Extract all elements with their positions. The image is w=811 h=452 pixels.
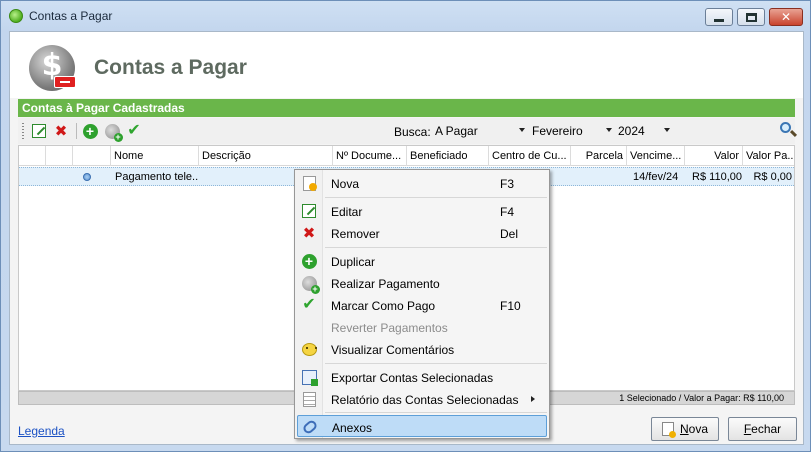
menu-item-exportar[interactable]: Exportar Contas Selecionadas [297, 366, 547, 388]
edit-icon [32, 124, 46, 138]
add-icon: + [82, 123, 98, 139]
add-icon: + [301, 253, 317, 269]
chevron-down-icon [606, 128, 612, 132]
year-filter-select[interactable]: 2024 [618, 123, 670, 140]
delete-button[interactable]: ✖ [52, 122, 70, 140]
search-label: Busca: [394, 125, 431, 139]
money-remove-icon: $ [29, 45, 76, 91]
menu-item-remover[interactable]: ✖ Remover Del [297, 222, 547, 244]
close-icon: ✕ [780, 10, 792, 24]
chevron-down-icon [519, 128, 525, 132]
checkmark-icon: ✔ [302, 296, 316, 313]
column-header-centro-custo[interactable]: Centro de Cu... [489, 146, 571, 166]
menu-item-editar[interactable]: Editar F4 [297, 200, 547, 222]
pay-button[interactable] [103, 122, 123, 142]
menu-item-reverter-pagamentos: Reverter Pagamentos [331, 321, 448, 335]
export-icon [301, 369, 318, 386]
payment-icon [104, 123, 123, 142]
page-header: $ Contas a Pagar [10, 32, 803, 98]
column-header-blank[interactable] [46, 146, 73, 166]
chevron-down-icon [664, 128, 670, 132]
menu-item-visualizar-comentarios[interactable]: Visualizar Comentários [297, 338, 547, 360]
attachment-icon [301, 418, 319, 436]
column-header-selector[interactable] [19, 146, 46, 166]
toolbar-separator [76, 123, 77, 139]
column-header-documento[interactable]: Nº Docume... [333, 146, 407, 166]
submenu-arrow-icon [531, 396, 535, 402]
menu-item-duplicar[interactable]: + Duplicar [297, 250, 547, 272]
month-filter-select[interactable]: Fevereiro [532, 123, 612, 140]
column-header-valor-pago[interactable]: Valor Pa... [743, 146, 794, 166]
new-document-icon [661, 422, 676, 438]
column-header-nome[interactable]: Nome [111, 146, 199, 166]
new-button-label: Nova [679, 422, 709, 436]
menu-item-nova[interactable]: Nova F3 [297, 172, 547, 194]
checkmark-icon: ✔ [127, 122, 141, 139]
status-filter-value: A Pagar [435, 124, 478, 138]
cell-vencimento: 14/fev/24 [633, 171, 679, 183]
menu-item-marcar-pago[interactable]: ✔ Marcar Como Pago F10 [297, 294, 547, 316]
title-bar[interactable]: Contas a Pagar ✕ [1, 1, 810, 31]
close-window-button[interactable]: ✕ [769, 8, 803, 26]
page-title: Contas a Pagar [94, 56, 247, 79]
cell-nome: Pagamento tele... [115, 171, 199, 183]
edit-button[interactable] [30, 122, 48, 140]
column-header-beneficiado[interactable]: Beneficiado [407, 146, 489, 166]
mark-paid-button[interactable]: ✔ [125, 122, 143, 140]
table-header: Nome Descrição Nº Docume... Beneficiado … [19, 146, 794, 166]
close-button-label: Fechar [743, 422, 782, 436]
cell-valor: R$ 110,00 [692, 171, 742, 183]
delete-icon: ✖ [302, 224, 316, 242]
menu-item-relatorio[interactable]: Relatório das Contas Selecionadas [297, 388, 547, 410]
row-status-icon [83, 173, 91, 181]
duplicate-button[interactable]: + [81, 122, 99, 140]
window-title: Contas a Pagar [29, 9, 113, 23]
report-icon [302, 391, 316, 407]
payment-icon [301, 275, 320, 294]
column-header-vencimento[interactable]: Vencime... [627, 146, 685, 166]
search-button[interactable] [778, 121, 798, 141]
new-button[interactable]: Nova [651, 417, 719, 441]
minimize-icon [714, 18, 724, 22]
column-header-status[interactable] [73, 146, 111, 166]
maximize-button[interactable] [737, 8, 765, 26]
maximize-icon [745, 12, 757, 22]
minimize-button[interactable] [705, 8, 733, 26]
status-filter-select[interactable]: A Pagar [435, 123, 525, 140]
toolbar-grip[interactable] [22, 123, 24, 139]
legend-link[interactable]: Legenda [18, 424, 65, 438]
panel-title: Contas à Pagar Cadastradas [18, 99, 795, 117]
column-header-descricao[interactable]: Descrição [199, 146, 333, 166]
edit-icon [302, 204, 316, 218]
delete-icon: ✖ [54, 122, 68, 140]
close-button[interactable]: Fechar [728, 417, 797, 441]
menu-item-anexos[interactable]: Anexos [297, 415, 547, 437]
cell-valor-pago: R$ 0,00 [753, 171, 792, 183]
app-icon [9, 9, 23, 23]
toolbar: ✖ + ✔ Busca: A Pagar Fevereiro 2024 [18, 118, 798, 144]
menu-item-realizar-pagamento[interactable]: Realizar Pagamento [297, 272, 547, 294]
context-menu: Nova F3 Editar F4 ✖ Remover Del + Duplic… [294, 169, 550, 439]
column-header-parcela[interactable]: Parcela [571, 146, 627, 166]
month-filter-value: Fevereiro [532, 124, 583, 138]
new-document-icon [302, 175, 317, 191]
column-header-valor[interactable]: Valor [685, 146, 743, 166]
year-filter-value: 2024 [618, 124, 645, 138]
comment-icon [301, 342, 317, 356]
